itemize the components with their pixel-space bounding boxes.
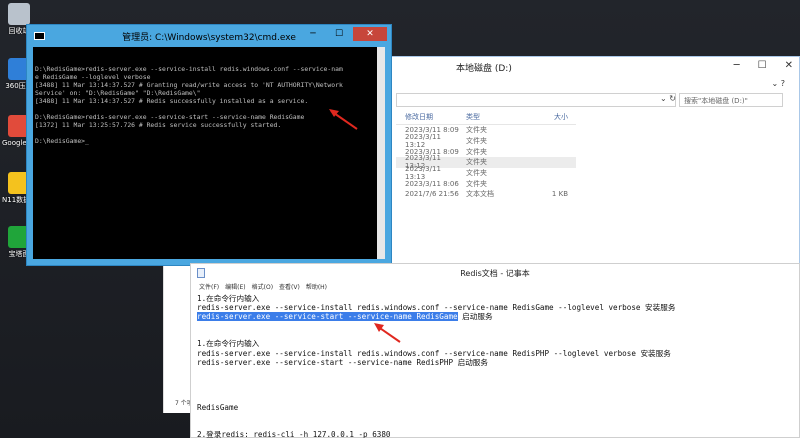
refresh-icon[interactable]: ⌄ ↻ xyxy=(660,94,676,103)
notepad-menubar: 文件(F) 编辑(E) 格式(O) 查看(V) 帮助(H) xyxy=(191,281,799,292)
address-bar[interactable] xyxy=(396,93,676,107)
recycle-bin-icon xyxy=(8,3,30,25)
annotation-arrow-notepad xyxy=(370,320,410,348)
column-date[interactable]: 修改日期 xyxy=(396,112,462,122)
text-line xyxy=(197,321,795,330)
menu-item[interactable]: 查看(V) xyxy=(279,282,300,291)
console-output[interactable]: D:\RedisGame>redis-server.exe --service-… xyxy=(33,47,385,259)
close-icon[interactable]: ✕ xyxy=(785,60,793,71)
file-row[interactable]: 2023/3/11 13:12文件夹 xyxy=(396,136,576,147)
text-line xyxy=(197,385,795,394)
text-line: redis-server.exe --service-start --servi… xyxy=(197,358,795,367)
background-window-edge xyxy=(163,263,191,413)
console-line: [3488] 11 Mar 13:14:37.527 # Granting re… xyxy=(35,81,383,89)
file-type: 文本文档 xyxy=(462,189,528,199)
file-type: 文件夹 xyxy=(462,157,528,167)
minimize-icon[interactable]: ─ xyxy=(301,27,325,41)
scrollbar[interactable] xyxy=(377,47,385,259)
file-list-header: 修改日期 类型 大小 xyxy=(396,109,576,125)
console-line: D:\RedisGame>_ xyxy=(35,137,383,145)
selected-text: redis-server.exe --service-start --servi… xyxy=(197,312,458,321)
file-size: 1 KB xyxy=(528,190,568,198)
text-line xyxy=(197,367,795,376)
console-line: D:\RedisGame>redis-server.exe --service-… xyxy=(35,65,383,73)
close-icon[interactable]: ✕ xyxy=(353,27,387,41)
text-line xyxy=(197,330,795,339)
text-line: redis-server.exe --service-install redis… xyxy=(197,349,795,358)
text-line: redis-server.exe --service-start --servi… xyxy=(197,312,795,321)
text-line xyxy=(197,376,795,385)
column-type[interactable]: 类型 xyxy=(462,112,528,122)
menu-item[interactable]: 帮助(H) xyxy=(306,282,327,291)
file-type: 文件夹 xyxy=(462,168,528,178)
menu-item[interactable]: 格式(O) xyxy=(252,282,273,291)
file-date: 2023/3/11 13:12 xyxy=(396,133,462,149)
minimize-icon[interactable]: ─ xyxy=(734,60,740,71)
text-line: redis-server.exe --service-install redis… xyxy=(197,303,795,312)
text-line: 1.在命令行内输入 xyxy=(197,339,795,348)
annotation-arrow-cmd xyxy=(325,105,365,135)
menu-item[interactable]: 文件(F) xyxy=(199,282,219,291)
text-line xyxy=(197,412,795,421)
text-line: RedisGame xyxy=(197,403,795,412)
file-row[interactable]: 2023/3/11 13:13文件夹 xyxy=(396,168,576,179)
console-line: Service' on: "D:\RedisGame" "D:\RedisGam… xyxy=(35,89,383,97)
file-row[interactable]: 2021/7/6 21:56文本文档1 KB xyxy=(396,189,576,200)
explorer-titlebar[interactable]: 本地磁盘 (D:) ─ ☐ ✕ xyxy=(366,57,799,77)
notepad-titlebar[interactable]: Redis文档 - 记事本 xyxy=(191,264,799,281)
text-line xyxy=(197,394,795,403)
text-line: 2.登录redis: redis-cli -h 127.0.0.1 -p 638… xyxy=(197,430,795,438)
file-type: 文件夹 xyxy=(462,179,528,189)
console-line: [3488] 11 Mar 13:14:37.527 # Redis succe… xyxy=(35,97,383,105)
cmd-window: 管理员: C:\Windows\system32\cmd.exe ─ ☐ ✕ D… xyxy=(26,24,392,266)
notepad-title: Redis文档 - 记事本 xyxy=(191,268,799,279)
console-line: e RedisGame --loglevel verbose xyxy=(35,73,383,81)
notepad-window: Redis文档 - 记事本 文件(F)编辑(E)格式(O)查看(V)帮助(H) … xyxy=(190,263,800,438)
file-date: 2021/7/6 21:56 xyxy=(396,190,462,198)
column-size[interactable]: 大小 xyxy=(528,112,568,122)
file-list: 修改日期 类型 大小 2023/3/11 8:09文件夹2023/3/11 13… xyxy=(396,109,576,200)
text-line: 1.在命令行内输入 xyxy=(197,294,795,303)
cmd-titlebar[interactable]: 管理员: C:\Windows\system32\cmd.exe ─ ☐ ✕ xyxy=(27,25,391,47)
file-type: 文件夹 xyxy=(462,136,528,146)
explorer-title: 本地磁盘 (D:) xyxy=(456,61,512,74)
file-date: 2023/3/11 13:13 xyxy=(396,165,462,181)
maximize-icon[interactable]: ☐ xyxy=(758,60,767,71)
file-date: 2023/3/11 8:06 xyxy=(396,180,462,188)
search-input[interactable]: 搜索"本地磁盘 (D:)" xyxy=(679,93,783,107)
notepad-text-area[interactable]: 1.在命令行内输入redis-server.exe --service-inst… xyxy=(197,294,795,437)
file-type: 文件夹 xyxy=(462,147,528,157)
menu-item[interactable]: 编辑(E) xyxy=(225,282,245,291)
maximize-icon[interactable]: ☐ xyxy=(327,27,351,41)
file-type: 文件夹 xyxy=(462,125,528,135)
ribbon-expand-chevron-icon[interactable]: ⌄ ? xyxy=(772,79,786,88)
file-row[interactable]: 2023/3/11 8:06文件夹 xyxy=(396,178,576,189)
